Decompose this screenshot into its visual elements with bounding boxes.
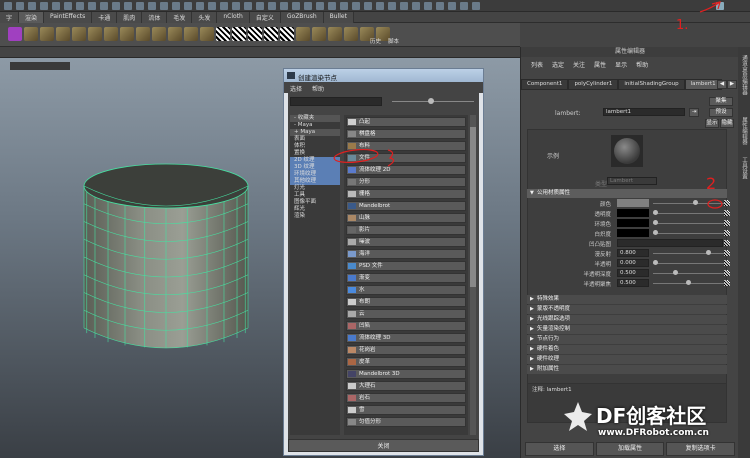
dfrobot-logo-icon [564, 402, 592, 431]
annotation-2: 2 [706, 174, 717, 193]
watermark-title: DF创客社区 [596, 404, 707, 428]
watermark-url: www.DFRobot.com.cn [598, 428, 709, 438]
watermark: DF创客社区 www.DFRobot.com.cn [560, 390, 750, 450]
annotation-1: 1. [676, 18, 689, 33]
